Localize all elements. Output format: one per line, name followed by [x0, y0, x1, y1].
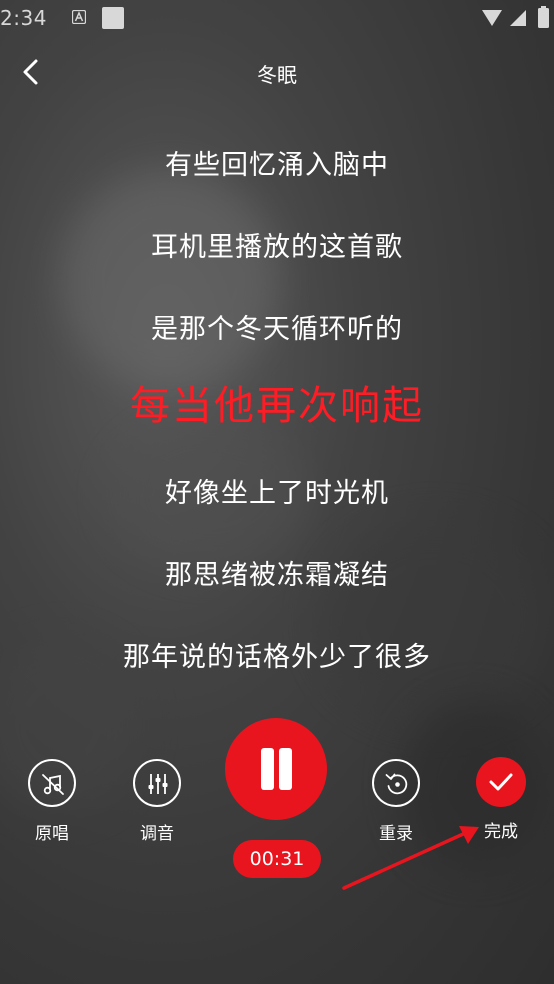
elapsed-time-badge: 00:31	[233, 840, 321, 878]
pause-button[interactable]	[225, 718, 327, 820]
lyric-line: 耳机里播放的这首歌	[151, 232, 403, 263]
lyric-line-current: 每当他再次响起	[130, 383, 424, 429]
lyric-line: 是那个冬天循环听的	[151, 314, 403, 345]
rerecord-label: 重录	[379, 824, 413, 844]
signal-battery-icons	[482, 6, 549, 28]
rerecord-icon	[385, 773, 408, 795]
pause-icon	[261, 748, 274, 790]
lyric-line: 有些回忆涌入脑中	[165, 150, 389, 181]
music-note-muted-icon	[42, 774, 64, 795]
original-vocal-label: 原唱	[35, 824, 69, 844]
pause-icon-bar	[279, 748, 292, 790]
lyric-line: 那年说的话格外少了很多	[123, 642, 431, 673]
equalizer-sliders-icon	[148, 774, 168, 794]
notification-square-icon	[102, 7, 124, 29]
tuning-label: 调音	[140, 824, 174, 844]
rerecord-button[interactable]: 重录	[372, 759, 420, 844]
done-button[interactable]	[476, 757, 526, 807]
done-label: 完成	[484, 822, 518, 842]
lyric-line: 好像坐上了时光机	[165, 478, 389, 509]
lyric-line: 那思绪被冻霜凝结	[165, 560, 389, 591]
original-vocal-button[interactable]: 原唱	[28, 759, 76, 844]
status-bar: 2:34	[0, 0, 554, 36]
top-bar: 冬眠	[0, 48, 554, 96]
song-title: 冬眠	[257, 63, 297, 87]
checkmark-icon	[489, 773, 513, 791]
tuning-button[interactable]: 调音	[133, 759, 181, 844]
notification-a-icon	[72, 10, 86, 24]
status-time: 2:34	[0, 6, 47, 30]
